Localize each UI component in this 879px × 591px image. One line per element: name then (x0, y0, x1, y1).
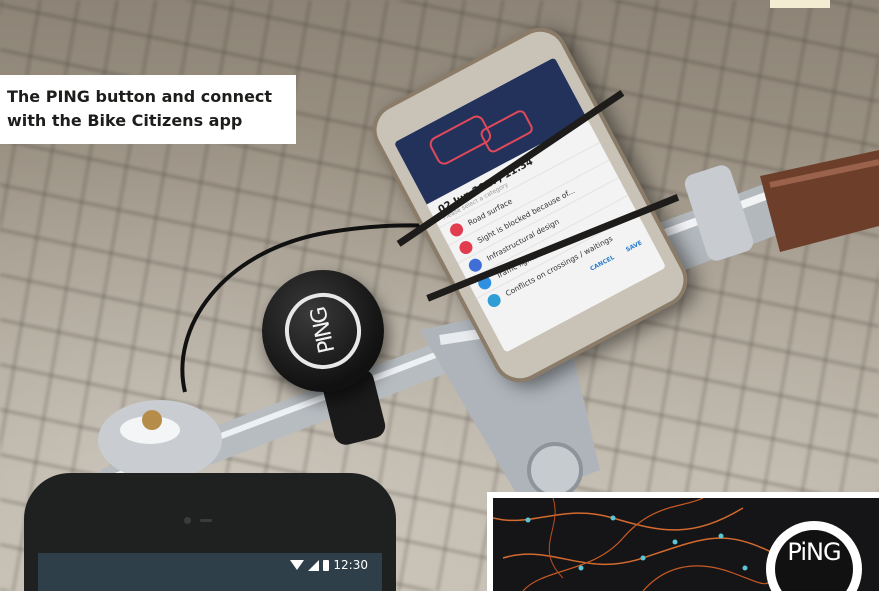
caption-box: The PING button and connect with the Bik… (0, 75, 296, 144)
map-route (478, 108, 535, 155)
caption-line-1: The PING button and connect (7, 87, 273, 106)
ping-brand-text: PiNG (787, 538, 841, 566)
battery-icon (323, 559, 330, 571)
route-node (640, 555, 646, 561)
front-camera (184, 517, 191, 524)
route-node (610, 515, 616, 521)
signal-icon (308, 559, 320, 571)
ping-logo-ring: PING (277, 285, 369, 377)
route-line (642, 565, 784, 591)
status-bar: 12:30 (290, 558, 368, 572)
wifi-icon (290, 560, 305, 570)
route-node (718, 533, 724, 539)
route-node (525, 517, 531, 523)
bottom-phone: 12:30 (24, 473, 396, 591)
ping-logo: PING (306, 306, 340, 356)
phone-screen: 02 Jun 2017, 11:34 Please select a categ… (393, 57, 667, 353)
save-button[interactable]: SAVE (625, 239, 644, 253)
ping-brand-ring: PiNG (775, 530, 853, 591)
route-node (742, 565, 748, 571)
route-node (578, 565, 584, 571)
photo-stage: The PING button and connect with the Bik… (0, 0, 879, 591)
earpiece-speaker (200, 519, 212, 522)
route-line (548, 498, 564, 579)
status-time: 12:30 (333, 558, 368, 572)
route-node (672, 539, 678, 545)
caption-line-2: with the Bike Citizens app (7, 111, 243, 130)
city-route-map: PiNG (493, 498, 879, 591)
map-thumbnail: PiNG (487, 492, 879, 591)
stem-bolt (527, 442, 583, 498)
route-line (502, 537, 774, 566)
bottom-phone-screen: 12:30 (38, 553, 382, 591)
bell-knob (142, 410, 162, 430)
ping-button[interactable]: PING (262, 270, 384, 392)
route-line (493, 507, 744, 531)
